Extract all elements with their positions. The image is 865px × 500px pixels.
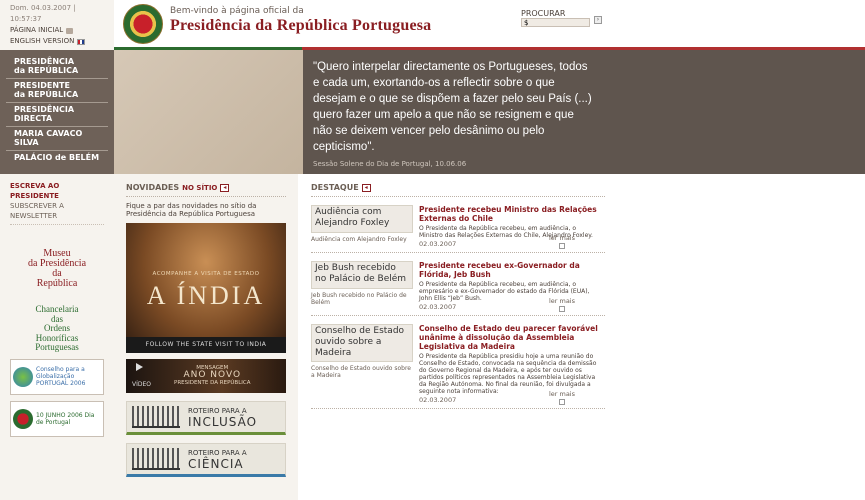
- globalization-council-banner[interactable]: Conselho para a Globalização PORTUGAL 20…: [10, 358, 104, 395]
- site-title[interactable]: Presidência da República Portuguesa: [170, 17, 431, 35]
- novidades-intro: Fique a par das novidades no sítio da Pr…: [126, 202, 257, 218]
- chancelaria-logo-link[interactable]: Chancelaria das Ordens Honoríficas Portugues…: [10, 304, 104, 353]
- news-title[interactable]: Presidente recebeu Ministro das Relações…: [419, 205, 599, 223]
- play-icon: [136, 363, 143, 371]
- roteiro-ciencia-banner[interactable]: ROTEIRO PARA A CIÊNCIA: [126, 443, 286, 477]
- roteiro-inclusao-banner[interactable]: ROTEIRO PARA A INCLUSÃO: [126, 401, 286, 435]
- left-column: ESCREVA AO PRESIDENTE SUBSCREVER A NEWSL…: [0, 174, 114, 500]
- news-image[interactable]: Jeb Bush recebido no Palácio de Belém: [311, 261, 413, 289]
- novidades-heading: NOVIDADES NO SÍTIO ◂: [126, 183, 286, 197]
- portugal-day-banner[interactable]: 10 JUNHO 2006 Dia de Portugal: [10, 400, 104, 437]
- english-version-label: ENGLISH VERSION: [10, 37, 75, 45]
- nav-palacio-belem[interactable]: PALÁCIO de BELÉM: [6, 151, 108, 165]
- museum-logo-link[interactable]: Museu da Presidência da República: [10, 249, 104, 289]
- palace-icon: [132, 406, 180, 428]
- news-item: Conselho de Estado ouvido sobre a Madeir…: [311, 316, 605, 409]
- quote-text: "Quero interpelar directamente os Portug…: [313, 61, 592, 153]
- portugal-day-icon: [13, 408, 33, 429]
- date-time: Dom. 04.03.2007 | 10:57:37: [10, 4, 76, 23]
- nav-maria-cavaco-silva[interactable]: MARIA CAVACO SILVA: [6, 127, 108, 151]
- news-caption: Audiência com Alejandro Foxley: [311, 236, 407, 243]
- president-photo: [114, 50, 303, 174]
- news-caption: Conselho de Estado ouvido sobre a Madeir…: [311, 365, 411, 379]
- news-item: Jeb Bush recebido no Palácio de Belém Je…: [311, 253, 605, 316]
- quote-source: Sessão Solene do Dia de Portugal, 10.06.…: [313, 160, 467, 168]
- read-more-link[interactable]: ler mais: [549, 390, 575, 405]
- news-image[interactable]: Audiência com Alejandro Foxley: [311, 205, 413, 233]
- news-title[interactable]: Presidente recebeu ex-Governador da Flór…: [419, 261, 599, 279]
- search-label: PROCURAR: [521, 9, 566, 18]
- destaque-heading: DESTAQUE ◂: [311, 183, 605, 197]
- read-more-link[interactable]: ler mais: [549, 234, 575, 249]
- read-more-link[interactable]: ler mais: [549, 297, 575, 312]
- destaque-column: DESTAQUE ◂ Audiência com Alejandro Foxle…: [303, 174, 865, 500]
- home-link[interactable]: PÁGINA INICIAL: [10, 25, 104, 36]
- coat-of-arms-logo[interactable]: [123, 4, 163, 44]
- welcome-text: Bem-vindo à página oficial da: [170, 6, 304, 16]
- back-arrow-icon[interactable]: ◂: [220, 183, 230, 192]
- news-summary: O Presidente da República presidiu hoje …: [419, 353, 597, 395]
- news-title[interactable]: Conselho de Estado deu parecer favorável…: [419, 324, 599, 351]
- home-icon: [66, 27, 74, 34]
- news-caption: Jeb Bush recebido no Palácio de Belém: [311, 292, 407, 306]
- header: Bem-vindo à página oficial da Presidênci…: [114, 0, 865, 47]
- novidades-column: NOVIDADES NO SÍTIO ◂ Fique a par das nov…: [114, 174, 298, 500]
- english-version-link[interactable]: ENGLISH VERSION: [10, 36, 104, 47]
- back-arrow-icon[interactable]: ◂: [361, 183, 371, 192]
- nav-presidencia-republica[interactable]: PRESIDÊNCIA da REPÚBLICA: [6, 55, 108, 79]
- new-year-message-banner[interactable]: VÍDEO MENSAGEM ANO NOVO PRESIDENTE DA RE…: [126, 359, 286, 393]
- newsletter-link[interactable]: SUBSCREVER A NEWSLETTER: [10, 201, 104, 225]
- arrow-icon: [558, 306, 565, 312]
- quote-panel: "Quero interpelar directamente os Portug…: [303, 50, 865, 174]
- arrow-icon: [558, 243, 565, 249]
- nav-presidente-republica[interactable]: PRESIDENTE da REPÚBLICA: [6, 79, 108, 103]
- nav-presidencia-directa[interactable]: PRESIDÊNCIA DIRECTA: [6, 103, 108, 127]
- write-president-link[interactable]: ESCREVA AO PRESIDENTE: [10, 181, 104, 201]
- news-image[interactable]: Conselho de Estado ouvido sobre a Madeir…: [311, 324, 413, 362]
- palace-icon: [132, 448, 180, 470]
- home-link-label: PÁGINA INICIAL: [10, 26, 64, 34]
- search-go-button[interactable]: ›: [594, 16, 602, 24]
- india-visit-banner[interactable]: ACOMPANHE A VISITA DE ESTADO A ÍNDIA FOL…: [126, 223, 286, 353]
- globe-icon: [13, 366, 33, 387]
- arrow-icon: [558, 399, 565, 405]
- uk-flag-icon: [77, 38, 86, 45]
- search-input[interactable]: [521, 18, 590, 27]
- news-item: Audiência com Alejandro Foxley Audiência…: [311, 197, 605, 253]
- main-nav: PRESIDÊNCIA da REPÚBLICA PRESIDENTE da REP…: [0, 50, 114, 174]
- utility-links: Dom. 04.03.2007 | 10:57:37 PÁGINA INICIA…: [0, 0, 114, 47]
